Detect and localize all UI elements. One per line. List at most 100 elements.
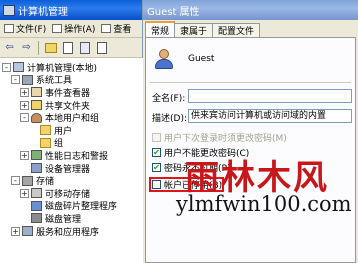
expand-icon[interactable]: + xyxy=(20,188,29,198)
tools-icon xyxy=(22,74,33,85)
cm-toolbar: ⇦ ⇨ xyxy=(0,38,142,58)
tree-node-label: 共享文件夹 xyxy=(45,101,91,112)
tree-node-label: 磁盘管理 xyxy=(45,214,82,225)
tree-node-label: 计算机管理(本地) xyxy=(27,63,98,74)
description-field[interactable]: 供来宾访问计算机或访问域的内置 xyxy=(188,109,352,123)
collapse-icon[interactable]: - xyxy=(20,113,29,123)
up-folder-icon xyxy=(44,42,57,53)
show-tree-button[interactable] xyxy=(60,40,75,55)
properties-button[interactable] xyxy=(77,40,92,55)
menu-file-label: 文件(F) xyxy=(16,25,47,35)
full-name-label: 全名(F): xyxy=(152,94,186,104)
toolbar-separator xyxy=(38,40,39,55)
expand-icon[interactable]: + xyxy=(11,226,20,236)
folder-icon xyxy=(40,125,51,136)
computer-management-icon xyxy=(3,4,15,16)
checkbox-box xyxy=(152,132,161,142)
local-users-icon xyxy=(31,112,42,123)
collapse-icon[interactable]: - xyxy=(11,75,20,85)
console-tree: - 计算机管理(本地) - 系统工具 + 事件查看器 + 共享文件夹 - 本地用户和组 用户组 + 性能… xyxy=(0,58,143,263)
tab-general[interactable]: 常规 xyxy=(145,21,176,37)
tree-node-label: 可移动存储 xyxy=(45,189,91,200)
disk-management-icon xyxy=(31,213,42,224)
help-button[interactable] xyxy=(94,40,109,55)
tree-node-label: 系统工具 xyxy=(36,76,73,87)
tab-strip: 常规 隶属于 配置文件 xyxy=(145,21,261,37)
event-viewer-icon xyxy=(31,87,42,98)
up-folder-button[interactable] xyxy=(43,40,58,55)
tree-node[interactable]: + 服务和应用程序 xyxy=(0,225,143,238)
username-label: Guest xyxy=(188,54,215,64)
back-arrow-icon: ⇦ xyxy=(5,42,14,53)
defrag-icon xyxy=(31,200,42,211)
tree-node-label: 磁盘碎片整理程序 xyxy=(45,202,118,213)
computer-icon xyxy=(13,62,24,73)
must-change-password-checkbox[interactable]: 用户下次登录时须更改密码(M) xyxy=(152,131,287,144)
tree-node[interactable]: 设备管理器 xyxy=(0,162,143,175)
file-menu-icon xyxy=(4,24,14,33)
computer-management-window: 计算机管理 文件(F) 操作(A) 查看 ⇦ ⇨ - 计算机管理(本地) - 系统工具… xyxy=(0,0,143,263)
tree-node[interactable]: 用户 xyxy=(0,124,143,137)
tree-node-label: 用户 xyxy=(54,126,73,137)
services-icon xyxy=(22,226,33,237)
expand-icon[interactable]: + xyxy=(20,87,29,97)
checkbox-label: 用户下次登录时须更改密码(M) xyxy=(164,133,287,144)
description-label: 描述(D): xyxy=(152,114,187,124)
checkmark-icon: ✔ xyxy=(152,147,161,157)
guest-properties-dialog: Guest 属性 常规 隶属于 配置文件 Guest 全名(F): 描述(D):… xyxy=(143,0,358,263)
forward-arrow-icon: ⇨ xyxy=(22,42,31,53)
view-menu-icon xyxy=(101,24,112,33)
watermark-url: ylmfwin100.com xyxy=(176,192,352,216)
tree-node[interactable]: - 本地用户和组 xyxy=(0,111,143,124)
tab-profile[interactable]: 配置文件 xyxy=(212,23,261,37)
checkmark-icon: ✔ xyxy=(152,162,161,172)
tree-node-label: 设备管理器 xyxy=(45,164,91,175)
action-menu-icon xyxy=(52,24,63,33)
expand-icon[interactable]: + xyxy=(20,150,29,160)
tree-node[interactable]: - 计算机管理(本地) xyxy=(0,61,143,74)
collapse-icon[interactable]: - xyxy=(2,62,11,72)
cm-title-bar[interactable]: 计算机管理 xyxy=(0,0,142,20)
tab-member-of[interactable]: 隶属于 xyxy=(174,23,214,37)
tree-node[interactable]: + 性能日志和警报 xyxy=(0,149,143,162)
tree-node[interactable]: + 共享文件夹 xyxy=(0,99,143,112)
tree-node-label: 组 xyxy=(54,139,64,150)
collapse-icon[interactable]: - xyxy=(11,176,20,186)
forward-button[interactable]: ⇨ xyxy=(19,40,34,55)
help-icon xyxy=(96,41,107,54)
tree-node-label: 服务和应用程序 xyxy=(36,227,100,238)
cm-title-text: 计算机管理 xyxy=(18,6,68,18)
properties-icon xyxy=(79,41,90,54)
cm-menu-bar: 文件(F) 操作(A) 查看 xyxy=(0,20,142,38)
tree-node-label: 本地用户和组 xyxy=(45,114,100,125)
menu-view[interactable]: 查看 xyxy=(99,22,135,35)
device-manager-icon xyxy=(31,163,42,174)
menu-file[interactable]: 文件(F) xyxy=(2,22,50,35)
divider xyxy=(150,82,351,83)
performance-icon xyxy=(31,150,42,161)
shared-folder-icon xyxy=(31,100,42,111)
dialog-title-bar[interactable]: Guest 属性 xyxy=(143,0,358,20)
menu-view-label: 查看 xyxy=(113,25,132,35)
tree-node[interactable]: - 系统工具 xyxy=(0,74,143,87)
removable-storage-icon xyxy=(31,188,42,199)
user-icon xyxy=(153,48,175,70)
tree-node[interactable]: - 存储 xyxy=(0,174,143,187)
tree-node-label: 事件查看器 xyxy=(45,88,91,99)
tree-node[interactable]: + 可移动存储 xyxy=(0,187,143,200)
folder-icon xyxy=(40,137,51,148)
dialog-title-text: Guest 属性 xyxy=(147,6,200,18)
menu-action[interactable]: 操作(A) xyxy=(50,22,99,35)
tree-node[interactable]: + 事件查看器 xyxy=(0,86,143,99)
expand-icon[interactable]: + xyxy=(20,100,29,110)
tree-node-label: 性能日志和警报 xyxy=(45,151,109,162)
tree-node-label: 存储 xyxy=(36,177,55,188)
show-tree-icon xyxy=(62,41,73,54)
back-button[interactable]: ⇦ xyxy=(2,40,17,55)
tree-node[interactable]: 组 xyxy=(0,137,143,150)
storage-icon xyxy=(22,175,33,186)
tree-node[interactable]: 磁盘碎片整理程序 xyxy=(0,200,143,213)
full-name-field[interactable] xyxy=(188,89,352,103)
menu-action-label: 操作(A) xyxy=(64,25,96,35)
tree-node[interactable]: 磁盘管理 xyxy=(0,212,143,225)
